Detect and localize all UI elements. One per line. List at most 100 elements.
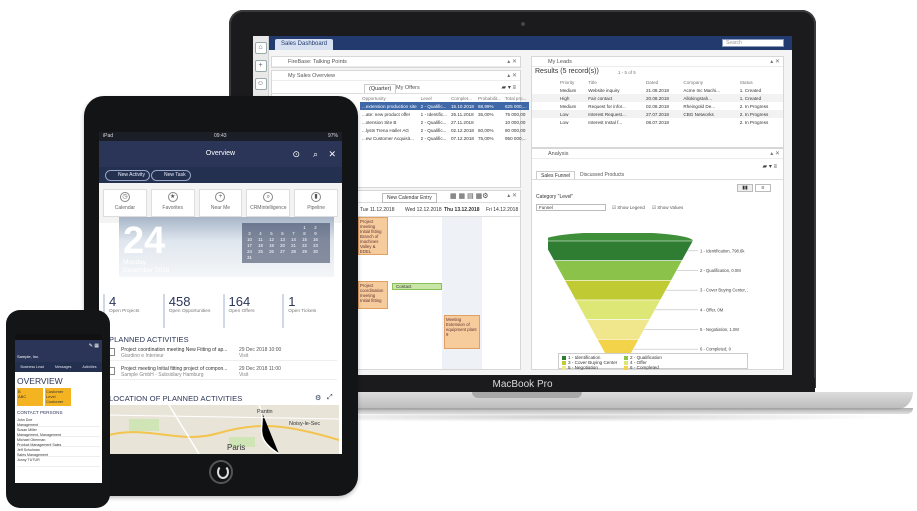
column-header[interactable]: Priority [558,78,586,86]
tile-calendar[interactable]: ◷ Calendar [103,189,147,217]
plus-icon: + [215,192,226,202]
home-button[interactable] [209,460,233,484]
expand-icon[interactable]: ⤢ [327,394,333,402]
panel-controls-icon[interactable]: ▴ ✕ [507,192,517,199]
column-header[interactable]: Total pro... [503,94,529,102]
tile-near-me[interactable]: + Near Me [198,189,243,217]
column-header[interactable]: Complet... [449,94,476,102]
contact-row[interactable]: Jonny TUTUR [17,458,100,467]
kpi-open-projects[interactable]: 4 Open Projects [103,294,160,328]
tile-favorites[interactable]: ★ Favorites [150,189,195,217]
funnel-segment[interactable] [548,240,694,261]
legend-item[interactable]: 6 - Completed [624,365,684,370]
funnel-segment[interactable] [574,299,662,320]
calendar-view-icon[interactable]: ▦ ▦ ▤ ▦⚙ [450,192,489,200]
tablet-screen: iPad 09:43 97% Overview ⊙ ⌕ ✕ New Activi… [99,132,342,454]
add-icon[interactable]: + [254,60,267,72]
table-row[interactable]: ...ew Customer Acquisit... 2 - Qualific..… [360,134,529,142]
abc-card[interactable]: B ABC [17,388,43,406]
cell: 2 - Qualific... [418,102,449,110]
column-header[interactable]: Probabilit... [476,94,503,102]
cell [532,94,558,102]
folder-icon[interactable]: ▰ ▾ ≡ [502,84,516,91]
tile-pipeline[interactable]: ▮ Pipeline [294,189,338,217]
info-icon[interactable]: ⊙ [292,141,300,167]
day-header-today[interactable]: Thu 13.12.2018 [444,207,480,213]
new-task-button[interactable]: New Task [151,170,191,181]
folder-icon[interactable]: ▰ ▾ ≡ [763,163,777,170]
table-row[interactable]: Medium Website inquiry 21.08.2018 Acme Inc … [532,86,783,94]
cell: 26.11.2018 [450,111,474,117]
tab-discussed-products[interactable]: Discussed Products [580,172,624,178]
table-row[interactable]: ...ate: new product offer 1 - Identific..… [360,110,529,118]
calendar-icon: ◷ [119,192,130,202]
panel-controls-icon[interactable]: ▴ ✕ [770,57,780,67]
map-label: Pantin [257,409,273,415]
column-header[interactable]: Level [419,94,449,102]
calendar-event[interactable]: Project meeting Initial fitting Branch o… [358,217,388,255]
panel-controls-icon[interactable]: ▴ ✕ [507,57,517,67]
contact-row[interactable]: Michael Oberman Product Management Sales [17,438,100,447]
table-row[interactable]: ...lysts Trena Haller AG 2 - Qualific... 0… [360,126,529,134]
funnel-segment[interactable] [585,319,651,340]
contact-row[interactable]: John Doe Management [17,418,100,427]
tab-sales-dashboard[interactable]: Sales Dashboard [275,39,334,50]
calendar-event[interactable]: Meeting Extension of equipment plant 9 [444,315,480,349]
cell: 02.08.2018 [645,103,669,109]
pager[interactable]: 1 - 5 of 5 [618,70,636,75]
date-widget: 24 Monday December 2018 1 2 3 4 5 6 7 8 9 10 11 12 1… [119,217,334,277]
tab-quarter[interactable]: (Quarter) [364,84,397,93]
column-header[interactable]: Dated [644,78,681,86]
tile-crmintelligence[interactable]: ⌕ CRMintelligence [246,189,291,217]
new-activity-button[interactable]: New Activity [105,170,150,181]
calendar-event[interactable]: Contact [392,283,442,290]
cell: 35,00% [477,111,494,117]
location-map[interactable]: Paris Noisy-le-Sec Pantin [109,405,339,454]
search-input[interactable]: Search [722,39,784,47]
map-label: Paris [227,443,246,452]
table-row[interactable]: Low Interest Instal f... 08.07.2018 2. In P… [532,118,783,126]
activity-item[interactable]: Project meeting Initial fitting project … [109,364,337,380]
nav-item[interactable]: Business Lead [20,365,44,369]
activity-item[interactable]: Project coordination meeting New Fitting… [109,345,337,361]
kpi-open-opportunities[interactable]: 458 Open Opportunities [162,294,220,328]
calendar-event[interactable]: Project coordination meeting Initial fit… [358,281,388,309]
chart-view-icon[interactable]: ▮▮ [737,184,753,192]
table-row[interactable]: High Fair contact 20.08.2018 Allokingstah..… [532,94,783,102]
tab-my-offers[interactable]: My Offers [396,85,420,91]
table-row[interactable]: Low Interest Request... 27.07.2018 CBG Netw… [532,110,783,118]
legend-item[interactable]: 5 - Negotiation [562,365,622,370]
panel-controls-icon[interactable]: ▴ ✕ [507,71,517,81]
kpi-open-offers[interactable]: 164 Open Offers [222,294,280,328]
home-icon[interactable]: ⌂ [254,42,267,54]
calendar-day[interactable]: 31 [244,255,255,261]
column-header[interactable]: Title [586,78,644,86]
contact-row[interactable]: Jeff Schulman Sales Management [17,448,100,457]
search-icon[interactable]: ⌕ [313,141,318,167]
column-header[interactable]: Status [738,78,783,86]
contact-row[interactable]: Susan Miller Management, Management [17,428,100,437]
nav-item[interactable]: Activities [82,365,96,369]
kpi-open-tickets[interactable]: 1 Open Tickets [282,294,339,328]
customer-card[interactable]: Customer Level Customer [45,388,71,406]
panel-controls-icon[interactable]: ▴ ✕ [770,149,780,159]
edit-icon[interactable]: ✎ ▦ [89,343,99,349]
table-row[interactable]: ...xtension Site B 2 - Qualific... 27.11.2… [360,118,529,126]
funnel-segment[interactable] [564,280,672,301]
funnel-segment[interactable] [553,260,683,281]
table-row[interactable]: Medium Request for infor... 02.08.2018 Rhei… [532,102,783,110]
new-calendar-entry-button[interactable]: New Calendar Entry [382,193,437,203]
day-header[interactable]: Fri 14.12.2018 [486,207,518,213]
day-header[interactable]: Wed 12.12.2018 [405,207,442,213]
day-header[interactable]: Tue 11.12.2018 [360,207,394,213]
user-icon[interactable]: ☺ [254,78,267,90]
column-header[interactable]: Company [681,78,737,86]
column-header[interactable]: Opportunity [360,94,419,102]
table-row[interactable]: ...extension production site 2 - Qualific… [360,102,529,110]
activity-type: Visit [239,372,249,378]
list-view-icon[interactable]: ≡ [755,184,771,192]
column-header [532,78,558,86]
nav-item[interactable]: Messages [55,365,71,369]
close-icon[interactable]: ✕ [328,141,336,167]
settings-icon[interactable]: ⚙ [315,394,321,402]
